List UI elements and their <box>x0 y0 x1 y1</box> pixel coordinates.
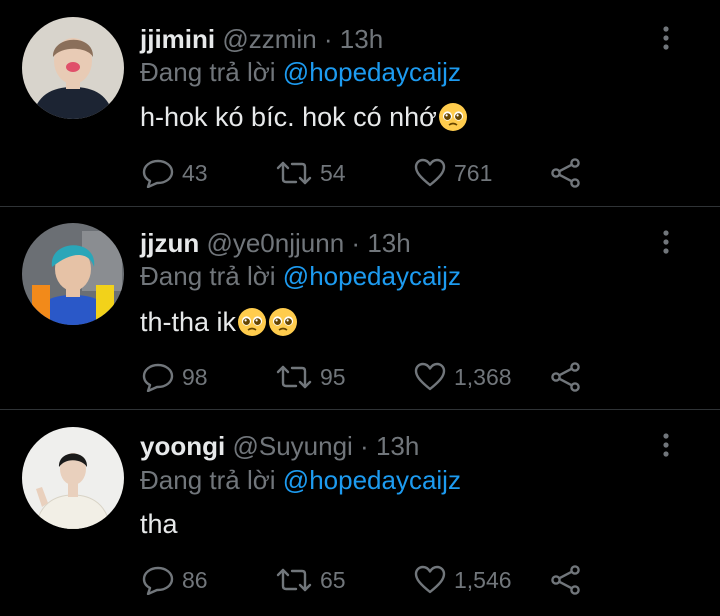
tweet[interactable]: jjimini @zzmin · 13h Đang trả lời @hoped… <box>0 0 720 206</box>
tweet-header: yoongi @Suyungi · 13h <box>140 431 419 461</box>
tweet-text: h-hok kó bíc. hok có nhớ <box>140 101 468 133</box>
like-count: 1,368 <box>454 363 512 390</box>
avatar[interactable] <box>22 427 124 529</box>
like-count: 1,546 <box>454 566 512 593</box>
reply-count: 43 <box>182 159 208 186</box>
tweet-text-content: tha <box>140 509 178 539</box>
reply-button[interactable]: 86 <box>142 564 208 596</box>
tweet-text: th-tha ik <box>140 306 298 338</box>
reply-count: 86 <box>182 566 208 593</box>
reply-prefix: Đang trả lời <box>140 465 276 495</box>
reply-prefix: Đang trả lời <box>140 261 276 291</box>
retweet-count: 95 <box>320 363 346 390</box>
mention-link[interactable]: @hopedaycaijz <box>283 57 461 87</box>
share-icon <box>551 158 580 188</box>
retweet-button[interactable]: 95 <box>276 361 346 393</box>
reply-button[interactable]: 98 <box>142 361 208 393</box>
tweet-header: jjimini @zzmin · 13h <box>140 24 383 54</box>
tweet-feed: jjimini @zzmin · 13h Đang trả lời @hoped… <box>0 0 720 616</box>
more-options-icon[interactable] <box>656 24 676 54</box>
retweet-button[interactable]: 54 <box>276 157 346 189</box>
timestamp[interactable]: 13h <box>367 228 410 258</box>
user-handle[interactable]: @zzmin <box>222 24 316 54</box>
tweet-actions: 98 95 1,368 <box>140 361 600 393</box>
retweet-icon <box>276 568 312 592</box>
share-button[interactable] <box>550 564 582 596</box>
retweet-count: 65 <box>320 566 346 593</box>
share-button[interactable] <box>550 361 582 393</box>
tweet-actions: 43 54 761 <box>140 157 600 189</box>
reply-button[interactable]: 43 <box>142 157 208 189</box>
reply-icon <box>142 159 174 188</box>
share-button[interactable] <box>550 157 582 189</box>
timestamp[interactable]: 13h <box>340 24 383 54</box>
tweet[interactable]: jjzun @ye0njjunn · 13h Đang trả lời @hop… <box>0 207 720 409</box>
retweet-count: 54 <box>320 159 346 186</box>
mention-link[interactable]: @hopedaycaijz <box>283 261 461 291</box>
user-handle[interactable]: @Suyungi <box>232 431 352 461</box>
tweet-header: jjzun @ye0njjunn · 13h <box>140 228 411 258</box>
share-icon <box>551 362 580 392</box>
reply-context: Đang trả lời @hopedaycaijz <box>140 465 461 495</box>
like-button[interactable]: 1,546 <box>414 564 512 596</box>
more-options-icon[interactable] <box>656 228 676 258</box>
retweet-button[interactable]: 65 <box>276 564 346 596</box>
reply-count: 98 <box>182 363 208 390</box>
separator: · <box>323 24 333 54</box>
display-name[interactable]: jjimini <box>140 24 215 54</box>
reply-context: Đang trả lời @hopedaycaijz <box>140 261 461 291</box>
heart-icon <box>414 362 446 391</box>
more-options-icon[interactable] <box>656 431 676 461</box>
like-button[interactable]: 761 <box>414 157 492 189</box>
like-button[interactable]: 1,368 <box>414 361 512 393</box>
reply-icon <box>142 566 174 595</box>
reply-icon <box>142 363 174 392</box>
tweet-text: tha <box>140 508 178 540</box>
heart-icon <box>414 565 446 594</box>
separator: · <box>360 431 369 461</box>
display-name[interactable]: jjzun <box>140 228 199 258</box>
retweet-icon <box>276 365 312 389</box>
tweet-actions: 86 65 1,546 <box>140 564 600 596</box>
like-count: 761 <box>454 159 493 186</box>
tweet[interactable]: yoongi @Suyungi · 13h Đang trả lời @hope… <box>0 410 720 616</box>
separator: · <box>351 228 361 258</box>
avatar[interactable] <box>22 223 124 325</box>
pleading-face-icon <box>269 308 298 336</box>
reply-prefix: Đang trả lời <box>140 57 276 87</box>
pleading-face-icon <box>438 103 467 131</box>
share-icon <box>551 565 580 595</box>
user-handle[interactable]: @ye0njjunn <box>206 228 344 258</box>
reply-context: Đang trả lời @hopedaycaijz <box>140 57 461 87</box>
retweet-icon <box>276 161 312 185</box>
timestamp[interactable]: 13h <box>376 431 419 461</box>
tweet-text-content: th-tha ik <box>140 307 237 337</box>
pleading-face-icon <box>238 308 267 336</box>
display-name[interactable]: yoongi <box>140 431 225 461</box>
avatar[interactable] <box>22 17 124 119</box>
mention-link[interactable]: @hopedaycaijz <box>283 465 461 495</box>
tweet-text-content: h-hok kó bíc. hok có nhớ <box>140 102 437 132</box>
heart-icon <box>414 158 446 187</box>
